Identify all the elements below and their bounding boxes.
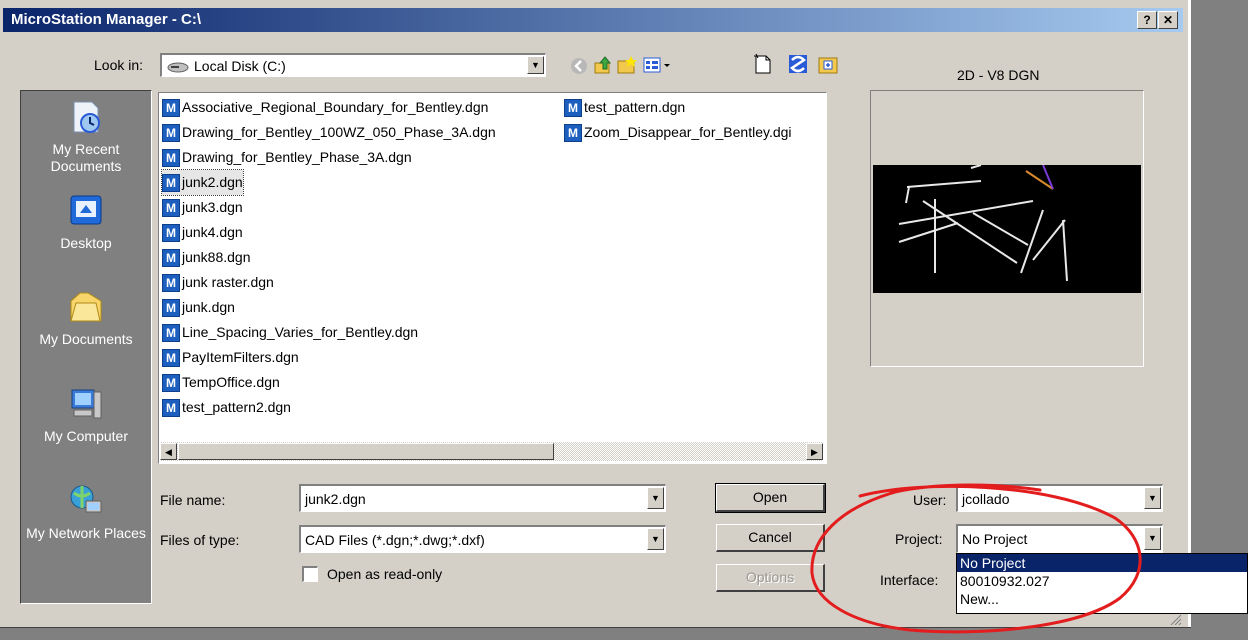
dgn-file-icon: M [162,199,180,218]
file-item[interactable]: Mjunk2.dgn [161,169,244,196]
place-desktop[interactable]: Desktop [21,193,151,252]
back-icon[interactable] [570,57,588,78]
file-item[interactable]: Mjunk88.dgn [162,245,251,270]
file-name: PayItemFilters.dgn [182,349,299,365]
place-label: Desktop [60,235,112,251]
dgn-file-icon: M [162,324,180,343]
window-right-edge [1188,0,1191,627]
file-item[interactable]: Mjunk raster.dgn [162,270,274,295]
look-in-value: Local Disk (C:) [194,58,286,74]
file-preview [870,90,1144,367]
place-my-documents[interactable]: My Documents [21,289,151,348]
view-menu-icon[interactable] [643,55,673,78]
file-item[interactable]: Mtest_pattern2.dgn [162,395,291,420]
file-name-label: File name: [160,492,226,508]
help-button[interactable]: ? [1137,11,1157,29]
file-name: junk4.dgn [182,224,243,240]
file-item[interactable]: Mtest_pattern.dgn [564,95,822,120]
new-file-icon[interactable] [753,53,773,78]
network-places-icon [68,483,104,519]
dgn-file-icon: M [162,349,180,368]
file-name: Drawing_for_Bentley_Phase_3A.dgn [182,149,412,165]
hard-disk-icon [167,60,189,73]
scroll-left-icon[interactable]: ◀ [160,443,177,460]
dgn-file-icon: M [564,124,582,143]
scrollbar-thumb[interactable] [178,443,554,460]
dgn-file-icon: M [162,399,180,418]
place-label: My Recent Documents [50,141,122,174]
look-in-combobox[interactable]: Local Disk (C:) ▼ [160,53,546,77]
file-name: junk88.dgn [182,249,251,265]
read-only-label: Open as read-only [327,566,443,582]
dgn-file-icon: M [162,124,180,143]
project-folder-icon[interactable] [818,54,838,77]
file-name: TempOffice.dgn [182,374,280,390]
dgn-file-icon: M [162,224,180,243]
new-folder-icon[interactable] [616,55,638,78]
chevron-down-icon[interactable]: ▼ [527,56,544,74]
file-item[interactable]: M Line_Spacing_Varies_for_Bentley.dgn [162,320,418,345]
file-name: junk3.dgn [182,199,243,215]
place-label: My Documents [39,331,133,347]
dgn-file-icon: M [162,374,180,393]
files-of-type-label: Files of type: [160,532,240,548]
dgn-file-icon: M [162,174,180,193]
file-name: Associative_Regional_Boundary_for_Bentle… [182,99,489,115]
horizontal-scrollbar[interactable]: ◀ ▶ [160,442,823,461]
file-item[interactable]: Mjunk.dgn [162,295,235,320]
dgn-file-icon: M [162,149,180,168]
close-button[interactable]: ✕ [1158,11,1178,29]
preview-drawing [873,165,1141,293]
places-bar: My Recent Documents Desktop My Documents… [20,90,152,604]
dgn-file-icon: M [162,274,180,293]
up-folder-icon[interactable] [593,55,613,78]
file-item[interactable]: Mjunk4.dgn [162,220,243,245]
file-item[interactable]: M Drawing_for_Bentley_100WZ_050_Phase_3A.… [162,120,496,145]
red-annotation-ellipse [810,483,1142,634]
place-my-network-places[interactable]: My Network Places [21,483,151,542]
title-bar: MicroStation Manager - C:\ ? ✕ [3,8,1183,32]
my-documents-icon [68,289,104,325]
file-name: test_pattern.dgn [584,99,686,115]
file-item[interactable]: M TempOffice.dgn [162,370,280,395]
my-computer-icon [68,386,104,422]
file-list[interactable]: M Associative_Regional_Boundary_for_Bentl… [158,92,827,464]
place-my-computer[interactable]: My Computer [21,386,151,445]
dgn-file-icon: M [162,299,180,318]
dgn-file-icon: M [564,99,582,118]
files-of-type-value: CAD Files (*.dgn;*.dwg;*.dxf) [305,532,485,548]
file-format-label: 2D - V8 DGN [957,67,1040,83]
file-item[interactable]: M Drawing_for_Bentley_Phase_3A.dgn [162,145,412,170]
chevron-down-icon[interactable]: ▼ [647,528,664,550]
file-name: test_pattern2.dgn [182,399,291,415]
place-label: My Computer [43,428,129,444]
dgn-file-icon: M [162,99,180,118]
file-name: junk.dgn [182,299,235,315]
window-title: MicroStation Manager - C:\ [11,11,202,28]
place-label: My Network Places [26,525,146,541]
look-in-label: Look in: [94,57,144,73]
file-item[interactable]: M Zoom_Disappear_for_Bentley.dgi [564,120,822,145]
workspace-icon[interactable] [788,54,808,77]
dgn-file-icon: M [162,249,180,268]
file-name-combobox[interactable]: junk2.dgn ▼ [299,484,666,512]
chevron-down-icon[interactable]: ▼ [647,487,664,509]
desktop-icon [68,193,104,229]
file-item[interactable]: Mjunk3.dgn [162,195,243,220]
file-name-value[interactable]: junk2.dgn [305,491,366,507]
file-name: Zoom_Disappear_for_Bentley.dgi [584,124,792,140]
file-name: junk2.dgn [182,174,243,190]
file-name: junk raster.dgn [182,274,274,290]
file-name: Line_Spacing_Varies_for_Bentley.dgn [182,324,419,340]
recent-documents-icon [68,99,104,135]
file-item[interactable]: M Associative_Regional_Boundary_for_Bentl… [162,95,488,120]
place-my-recent-documents[interactable]: My Recent Documents [21,99,151,175]
scroll-right-icon[interactable]: ▶ [806,443,823,460]
files-of-type-combobox[interactable]: CAD Files (*.dgn;*.dwg;*.dxf) ▼ [299,525,666,553]
file-name: Drawing_for_Bentley_100WZ_050_Phase_3A.d… [182,124,496,140]
file-item[interactable]: M PayItemFilters.dgn [162,345,299,370]
read-only-checkbox[interactable] [302,566,318,582]
